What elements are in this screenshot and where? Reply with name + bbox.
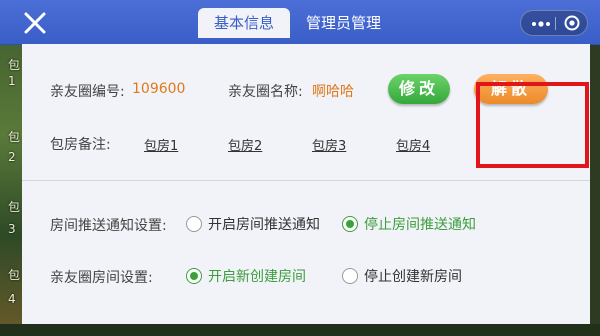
bottom-edge — [0, 324, 600, 336]
basic-info-panel: 亲友圈编号: 109600 亲友圈名称: 啊哈哈 修改 解散 包房备注: 包房1… — [22, 44, 590, 324]
close-mini-program-icon[interactable] — [564, 15, 580, 31]
more-icon[interactable] — [530, 16, 552, 30]
circle-name-label: 亲友圈名称: — [228, 84, 303, 100]
background-text: 包 — [8, 58, 21, 72]
game-background: 包 1 包 2 包 3 包 4 — [0, 0, 22, 336]
radio-selected-icon[interactable] — [186, 268, 202, 284]
circle-id-label: 亲友圈编号: — [50, 84, 125, 100]
background-text: 4 — [8, 292, 16, 306]
create-setting-label: 亲友圈房间设置: — [50, 270, 153, 286]
radio-icon[interactable] — [342, 268, 358, 284]
background-text: 3 — [8, 222, 16, 236]
push-off-label: 停止房间推送通知 — [364, 217, 476, 233]
tab-basic-info[interactable]: 基本信息 — [198, 8, 291, 38]
section-divider — [22, 180, 590, 181]
push-off-option[interactable]: 停止房间推送通知 — [342, 214, 476, 234]
room-link-4[interactable]: 包房4 — [396, 135, 430, 154]
create-off-label: 停止创建新房间 — [364, 269, 462, 285]
tab-admin-management[interactable]: 管理员管理 — [290, 8, 397, 38]
create-on-label: 开启新创建房间 — [208, 269, 306, 285]
capsule-divider — [555, 17, 556, 30]
tab-bar: 基本信息 管理员管理 — [198, 8, 397, 38]
push-on-label: 开启房间推送通知 — [208, 217, 320, 233]
background-text: 包 — [8, 130, 21, 144]
mini-program-capsule — [520, 10, 588, 36]
background-text: 2 — [8, 150, 16, 164]
background-text: 1 — [8, 74, 16, 88]
background-text: 包 — [8, 268, 21, 282]
highlight-box — [476, 82, 589, 168]
create-on-option[interactable]: 开启新创建房间 — [186, 266, 306, 286]
create-off-option[interactable]: 停止创建新房间 — [342, 266, 462, 286]
radio-selected-icon[interactable] — [342, 216, 358, 232]
close-icon[interactable] — [22, 10, 48, 36]
circle-name-value: 啊哈哈 — [312, 84, 354, 100]
push-setting-label: 房间推送通知设置: — [50, 218, 167, 234]
room-link-1[interactable]: 包房1 — [144, 135, 178, 154]
circle-id-value: 109600 — [132, 81, 186, 97]
header-bar: 基本信息 管理员管理 — [0, 0, 600, 45]
background-text: 包 — [8, 200, 21, 214]
radio-icon[interactable] — [186, 216, 202, 232]
edit-button[interactable]: 修改 — [388, 74, 450, 104]
push-on-option[interactable]: 开启房间推送通知 — [186, 214, 320, 234]
room-link-2[interactable]: 包房2 — [228, 135, 262, 154]
room-link-3[interactable]: 包房3 — [312, 135, 346, 154]
room-notes-label: 包房备注: — [50, 137, 111, 153]
